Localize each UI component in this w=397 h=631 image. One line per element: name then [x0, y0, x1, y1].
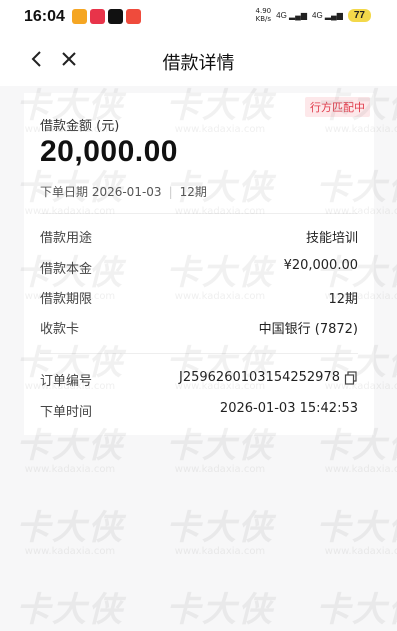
watermark: 卡大侠: [166, 590, 274, 630]
order-number: J2596260103154252978: [179, 370, 340, 385]
loan-summary-card: 行方匹配中 借款金额 (元) 20,000.00 下单日期 2026-01-03…: [24, 93, 374, 213]
watermark: 卡大侠www.kadaxia.com: [166, 508, 274, 557]
detail-label: 收款卡: [40, 322, 80, 337]
detail-value: 技能培训: [305, 231, 358, 246]
amount-label: 借款金额 (元): [40, 119, 120, 134]
order-row-time: 下单时间 2026-01-03 15:42:53: [40, 401, 358, 421]
copy-icon[interactable]: [344, 370, 358, 385]
status-time: 16:04: [24, 8, 65, 25]
detail-row-term: 借款期限 12期: [40, 288, 358, 308]
status-indicators: 4.90 KB/s 4G ▂▄▆ 4G ▂▄▆ 77: [256, 7, 371, 23]
watermark: 卡大侠: [316, 590, 397, 630]
detail-row-card: 收款卡 中国银行 (7872): [40, 318, 358, 338]
detail-value: 中国银行 (7872): [258, 322, 358, 337]
status-badge: 行方匹配中: [305, 97, 370, 117]
detail-row-principal: 借款本金 ¥20,000.00: [40, 258, 358, 278]
watermark: 卡大侠: [16, 590, 124, 630]
app-notification-icon: [126, 9, 141, 24]
nav-bar: 借款详情: [0, 34, 397, 86]
watermark: 卡大侠www.kadaxia.com: [316, 508, 397, 557]
detail-label: 借款期限: [40, 292, 93, 307]
page-title: 借款详情: [162, 53, 235, 74]
order-value: J2596260103154252978: [179, 370, 358, 385]
order-meta: 下单日期 2026-01-03 | 12期: [40, 183, 207, 200]
order-date: 下单日期 2026-01-03: [40, 185, 162, 199]
detail-row-purpose: 借款用途 技能培训: [40, 227, 358, 247]
loan-amount: 20,000.00: [40, 135, 178, 168]
signal-icon: 4G ▂▄▆: [276, 10, 307, 20]
detail-label: 借款用途: [40, 231, 93, 246]
order-label: 下单时间: [40, 405, 93, 420]
detail-value: ¥20,000.00: [283, 258, 358, 273]
watermark: 卡大侠www.kadaxia.com: [16, 426, 124, 475]
order-row-number: 订单编号 J2596260103154252978: [40, 370, 358, 390]
order-label: 订单编号: [40, 374, 93, 389]
detail-label: 借款本金: [40, 262, 93, 277]
network-speed: 4.90 KB/s: [255, 7, 272, 23]
divider: [40, 213, 358, 214]
tiktok-icon: [108, 9, 123, 24]
loan-term: 12期: [179, 185, 207, 199]
watermark: 卡大侠www.kadaxia.com: [16, 508, 124, 557]
battery-icon: 77: [347, 8, 371, 22]
notification-icons: [72, 9, 141, 24]
meta-separator: |: [168, 184, 173, 199]
watermark: 卡大侠www.kadaxia.com: [316, 426, 397, 475]
app-notification-icon: [72, 9, 87, 24]
app-notification-icon: [90, 9, 105, 24]
divider: [40, 353, 358, 354]
loan-detail-card: 借款用途 技能培训 借款本金 ¥20,000.00 借款期限 12期 收款卡 中…: [24, 213, 374, 435]
order-value: 2026-01-03 15:42:53: [219, 401, 358, 416]
watermark: 卡大侠www.kadaxia.com: [166, 426, 274, 475]
detail-value: 12期: [328, 292, 358, 307]
status-bar: 16:04 4.90 KB/s 4G ▂▄▆ 4G ▂▄▆ 77: [0, 0, 397, 34]
signal-icon: 4G ▂▄▆: [312, 10, 343, 20]
